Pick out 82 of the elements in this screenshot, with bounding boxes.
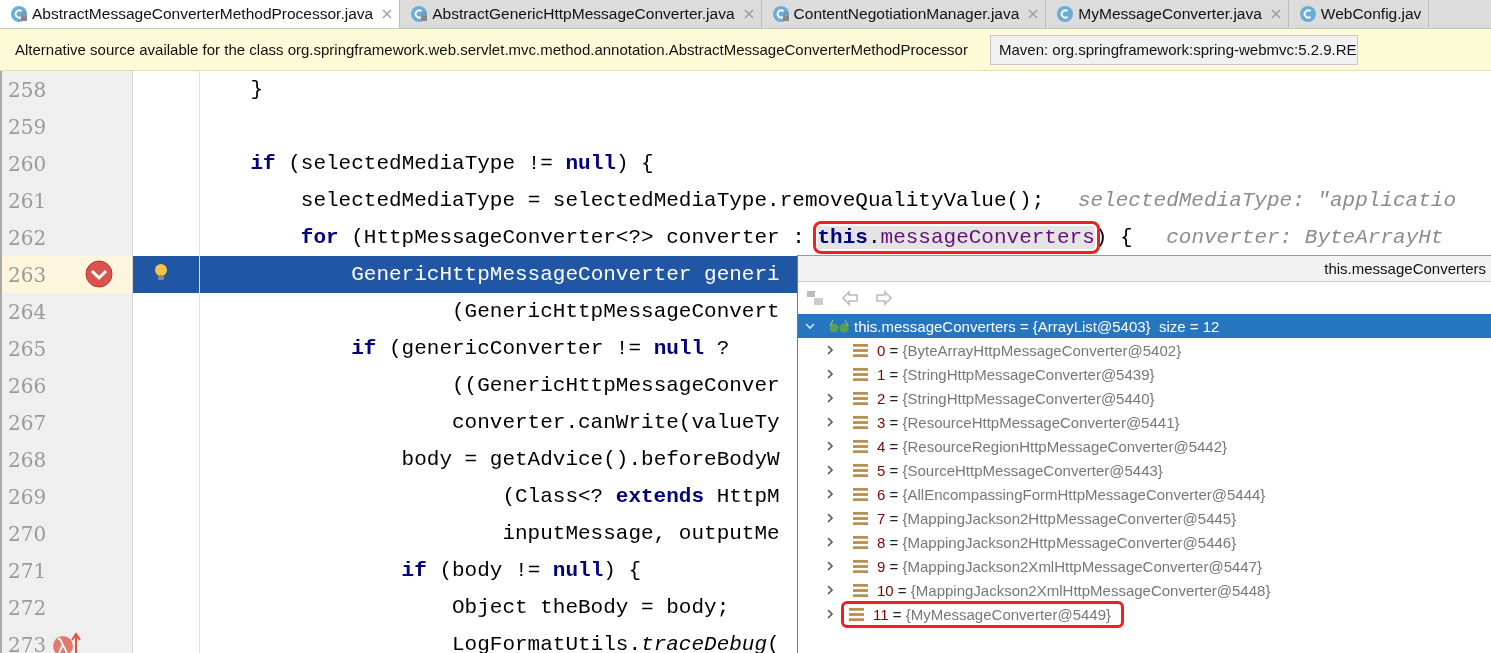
chevron-icon[interactable] bbox=[824, 368, 836, 380]
field-icon bbox=[852, 414, 869, 430]
close-icon[interactable] bbox=[382, 9, 393, 19]
field-icon bbox=[852, 438, 869, 454]
field-icon bbox=[852, 366, 869, 382]
lightbulb-icon[interactable] bbox=[154, 263, 168, 283]
code-line: if (genericConverter != null ? bbox=[351, 337, 730, 360]
tree-item[interactable]: this.messageConverters = {ArrayList@5403} size = 12 bbox=[798, 314, 1491, 338]
chevron-icon[interactable] bbox=[824, 464, 836, 476]
code-line: converter.canWrite(valueTy bbox=[452, 411, 780, 434]
chevron-icon[interactable] bbox=[824, 392, 836, 404]
line-number: 266 bbox=[8, 373, 47, 398]
line-number: 259 bbox=[8, 114, 47, 139]
line-number: 265 bbox=[8, 336, 47, 361]
editor-tab[interactable]: ContentNegotiationManager.java bbox=[761, 0, 1047, 28]
line-number: 262 bbox=[8, 225, 47, 250]
field-icon bbox=[852, 534, 869, 550]
tree-item-label[interactable]: 1 = {StringHttpMessageConverter@5439} bbox=[877, 365, 1155, 383]
line-number: 260 bbox=[8, 151, 47, 176]
line-number: 264 bbox=[8, 299, 47, 324]
chevron-icon[interactable] bbox=[824, 584, 836, 596]
chevron-icon[interactable] bbox=[824, 536, 836, 548]
code-line: (GenericHttpMessageConvert bbox=[452, 300, 780, 323]
field-icon bbox=[852, 582, 869, 598]
tree-item-label[interactable]: 6 = {AllEncompassingFormHttpMessageConverter@5444} bbox=[877, 485, 1266, 503]
tree-item-label[interactable]: 2 = {StringHttpMessageConverter@5440} bbox=[877, 389, 1155, 407]
code-line: body = getAdvice().beforeBodyW bbox=[401, 448, 780, 471]
chevron-icon[interactable] bbox=[824, 416, 836, 428]
tree-item-label[interactable]: 10 = {MappingJackson2XmlHttpMessageConverter@5448} bbox=[877, 581, 1271, 599]
editor-tab[interactable]: MyMessageConverter.java bbox=[1046, 0, 1289, 28]
line-number: 273 bbox=[8, 632, 47, 653]
editor-tab[interactable]: AbstractMessageConverterMethodProcessor.java bbox=[0, 0, 401, 28]
editor-tab[interactable]: WebConfig.jav bbox=[1288, 0, 1430, 28]
chevron-icon[interactable] bbox=[824, 344, 836, 356]
glasses-icon bbox=[828, 318, 850, 334]
chevron-icon[interactable] bbox=[824, 488, 836, 500]
chevron-icon[interactable] bbox=[824, 512, 836, 524]
line-number: 271 bbox=[8, 558, 47, 583]
inline-value-hint: selectedMediaType: "applicatio bbox=[1077, 189, 1456, 212]
code-line: selectedMediaType = selectedMediaType.removeQualityValue(); bbox=[300, 189, 1045, 212]
tree-item-label[interactable]: 9 = {MappingJackson2XmlHttpMessageConverter@5447} bbox=[877, 557, 1263, 575]
code-line: Object theBody = body; bbox=[452, 596, 730, 619]
field-icon bbox=[852, 510, 869, 526]
field-icon bbox=[852, 486, 869, 502]
code-line: } bbox=[250, 78, 263, 101]
banner-message: Alternative source available for the class org.springframework.web.servlet.mvc.method.annotation.AbstractMessageConverterMethodProcessor bbox=[15, 41, 968, 58]
field-icon bbox=[852, 390, 869, 406]
line-number: 269 bbox=[8, 484, 47, 509]
tree-item-label[interactable]: 3 = {ResourceHttpMessageConverter@5441} bbox=[877, 413, 1180, 431]
line-number: 267 bbox=[8, 410, 47, 435]
line-number: 261 bbox=[8, 188, 47, 213]
tree-item-label[interactable]: 5 = {SourceHttpMessageConverter@5443} bbox=[877, 461, 1163, 479]
line-number: 258 bbox=[8, 77, 47, 102]
line-number: 263 bbox=[8, 262, 47, 287]
tree-item-label[interactable]: 7 = {MappingJackson2HttpMessageConverter@5445} bbox=[877, 509, 1237, 527]
lambda-breakpoint-icon[interactable] bbox=[52, 632, 82, 653]
line-number: 272 bbox=[8, 595, 47, 620]
tree-item-label[interactable]: 11 = {MyMessageConverter@5449} bbox=[873, 605, 1112, 623]
field-icon bbox=[852, 558, 869, 574]
source-dropdown[interactable]: Maven: org.springframework:spring-webmvc:5.2.9.RE bbox=[989, 34, 1358, 65]
editor-tab[interactable]: AbstractGenericHttpMessageConverter.java bbox=[400, 0, 762, 28]
field-icon bbox=[848, 606, 865, 622]
line-number: 268 bbox=[8, 447, 47, 472]
code-line: if (selectedMediaType != null) { bbox=[250, 152, 654, 175]
field-icon bbox=[852, 462, 869, 478]
tree-item-label[interactable]: 8 = {MappingJackson2HttpMessageConverter@5446} bbox=[877, 533, 1237, 551]
chevron-icon[interactable] bbox=[824, 440, 836, 452]
code-line: GenericHttpMessageConverter generi bbox=[351, 263, 780, 286]
chevron-icon[interactable] bbox=[824, 608, 836, 620]
tree-item-label[interactable]: 4 = {ResourceRegionHttpMessageConverter@5442} bbox=[877, 437, 1228, 455]
code-line: inputMessage, outputMe bbox=[502, 522, 780, 545]
code-line: ((GenericHttpMessageConver bbox=[452, 374, 780, 397]
code-line: if (body != null) { bbox=[401, 559, 642, 582]
field-icon bbox=[852, 342, 869, 358]
chevron-icon[interactable] bbox=[804, 320, 816, 332]
inline-value-hint: converter: ByteArrayHt bbox=[1166, 226, 1444, 249]
chevron-icon[interactable] bbox=[824, 560, 836, 572]
popup-title: this.messageConverters bbox=[1324, 260, 1486, 277]
code-line: (Class<? extends HttpM bbox=[502, 485, 780, 508]
tree-item-label[interactable]: 0 = {ByteArrayHttpMessageConverter@5402} bbox=[877, 341, 1182, 359]
line-number: 270 bbox=[8, 521, 47, 546]
breakpoint-icon[interactable] bbox=[85, 260, 113, 288]
